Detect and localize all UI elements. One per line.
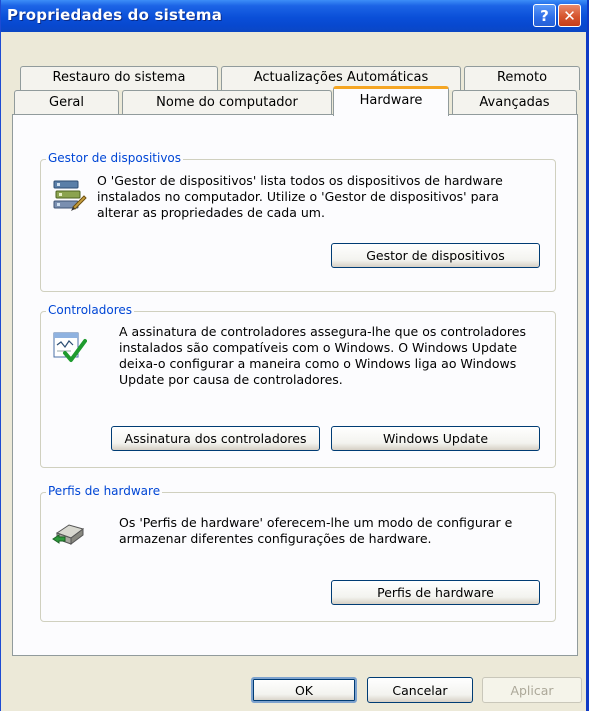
hardware-profiles-description: Os 'Perfis de hardware' oferecem-lhe um …: [119, 515, 513, 546]
device-manager-button[interactable]: Gestor de dispositivos: [331, 243, 540, 268]
help-icon: ?: [540, 6, 549, 25]
tab-remote[interactable]: Remoto: [464, 66, 580, 90]
driver-signing-icon: [53, 332, 87, 362]
title-bar[interactable]: Propriedades do sistema ? ✕: [1, 0, 587, 32]
tab-hardware[interactable]: Hardware: [333, 86, 449, 116]
windows-update-button[interactable]: Windows Update: [331, 426, 540, 451]
tab-general[interactable]: Geral: [14, 90, 119, 114]
tab-system-restore[interactable]: Restauro do sistema: [20, 66, 218, 90]
tab-advanced[interactable]: Avançadas: [452, 90, 577, 114]
system-properties-window: Propriedades do sistema ? ✕ Restauro do …: [0, 0, 589, 711]
device-manager-description: O 'Gestor de dispositivos' lista todos o…: [97, 173, 503, 220]
hardware-profiles-icon: [52, 524, 85, 545]
cancel-button[interactable]: Cancelar: [367, 677, 473, 703]
hardware-tab-panel: Gestor de dispositivos O 'Gestor de disp…: [12, 114, 578, 656]
device-manager-group-title: Gestor de dispositivos: [46, 151, 184, 165]
hardware-profiles-group-title: Perfis de hardware: [46, 484, 163, 498]
close-icon: ✕: [563, 6, 576, 25]
drivers-group-title: Controladores: [46, 303, 134, 317]
help-button[interactable]: ?: [533, 4, 556, 27]
hardware-profiles-button[interactable]: Perfis de hardware: [331, 580, 540, 605]
window-title: Propriedades do sistema: [7, 6, 223, 24]
tab-computer-name[interactable]: Nome do computador: [122, 90, 332, 114]
driver-signing-button[interactable]: Assinatura dos controladores: [111, 426, 320, 451]
drivers-description: A assinatura de controladores assegura-l…: [119, 324, 526, 387]
apply-button[interactable]: Aplicar: [482, 677, 582, 703]
device-manager-icon: [53, 180, 87, 211]
ok-button[interactable]: OK: [251, 677, 357, 703]
close-button[interactable]: ✕: [558, 4, 581, 27]
